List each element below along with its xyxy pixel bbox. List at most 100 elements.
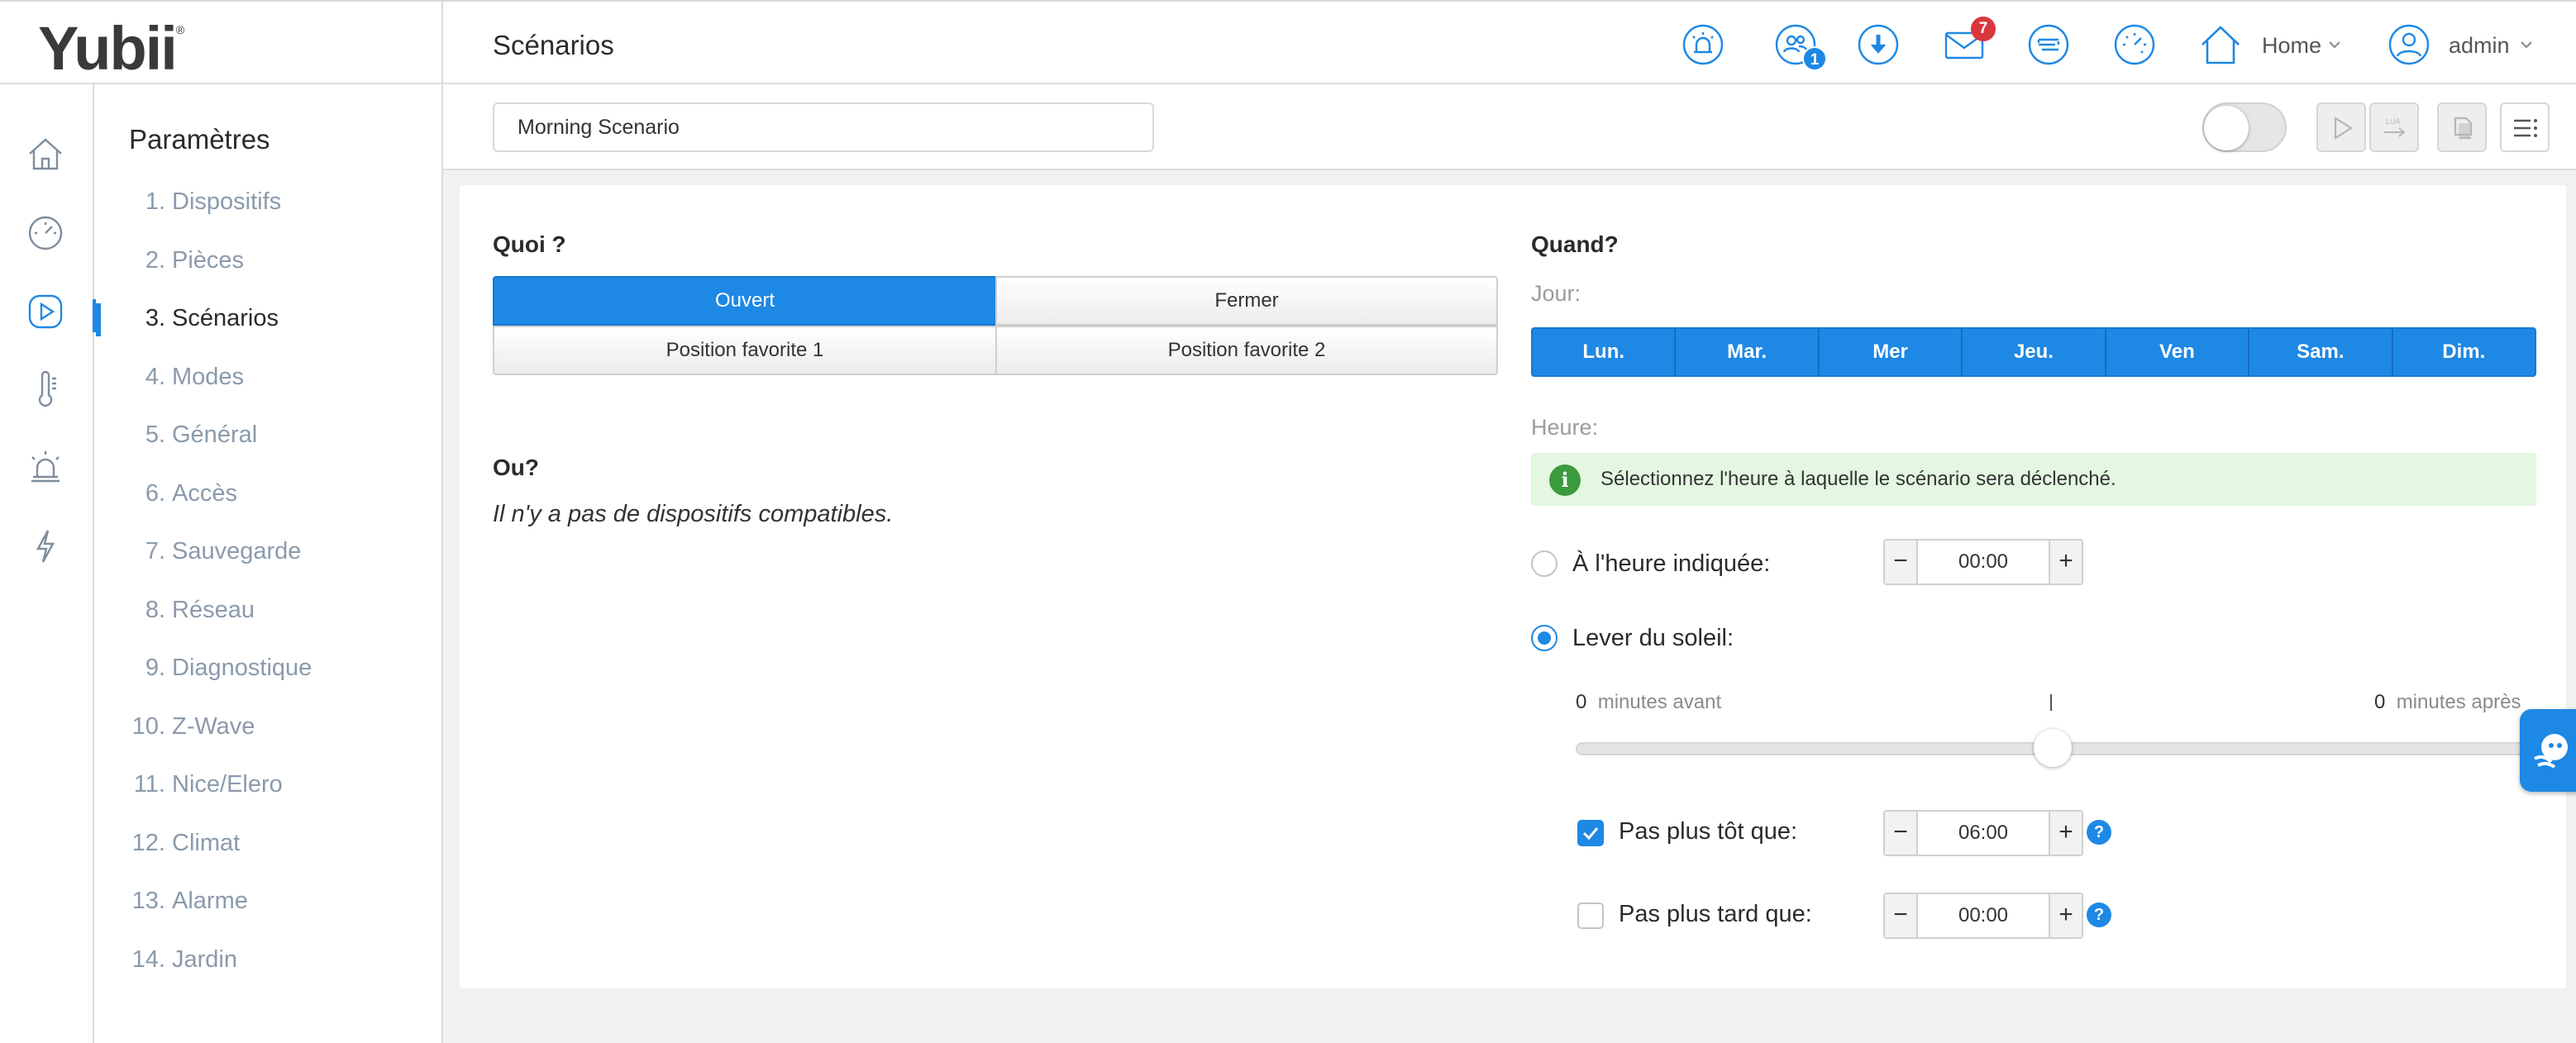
scenario-enable-toggle[interactable] [2202,102,2287,152]
menu-item-pi-ces[interactable]: 2. Pièces [96,236,441,285]
day-ven[interactable]: Ven [2106,329,2250,375]
gauge-icon[interactable] [25,212,66,253]
info-icon: i [1549,464,1581,496]
download-icon[interactable] [1857,23,1900,66]
option-ouvert[interactable]: Ouvert [493,276,997,326]
menu-item-label: Jardin [172,945,237,973]
option-fermer[interactable]: Fermer [995,276,1498,326]
play-icon [2334,117,2354,140]
play-icon[interactable] [25,291,66,332]
menu-item-diagnostique[interactable]: 9. Diagnostique [96,643,441,693]
option-position-favorite-2[interactable]: Position favorite 2 [995,326,1498,375]
decrement-button[interactable]: − [1885,541,1918,583]
menu-item-g-n-ral[interactable]: 5. Général [96,410,441,460]
siren-icon[interactable] [25,446,66,488]
decrement-button[interactable]: − [1885,812,1918,855]
menu-item-number: 10. [131,712,165,740]
menu-item-number: 12. [131,829,165,856]
menu-item-label: Réseau [172,596,255,623]
not-later-label: Pas plus tard que: [1619,901,1812,927]
home-icon[interactable] [2199,23,2242,66]
chevron-down-icon[interactable] [2328,38,2341,51]
quoi-label: Quoi ? [493,231,566,257]
help-icon[interactable]: ? [2087,903,2111,927]
decrement-button[interactable]: − [1885,894,1918,937]
day-dim[interactable]: Dim. [2393,329,2535,375]
top-bar: Yubii® Scénarios 1 7 Home admin [0,0,2576,86]
not-earlier-value[interactable]: 06:00 [1918,812,2049,855]
menu-item-label: Nice/Elero [172,771,283,798]
help-icon[interactable]: ? [2087,820,2111,845]
at-time-value[interactable]: 00:00 [1918,541,2049,583]
info-text: Sélectionnez l'heure à laquelle le scéna… [1600,468,2116,490]
messages-icon[interactable] [2027,23,2070,66]
menu-item-label: Scénarios [172,305,279,331]
thermometer-icon[interactable] [25,369,66,410]
menu-title: Paramètres [129,124,270,155]
day-lun[interactable]: Lun. [1533,329,1677,375]
not-earlier-checkbox[interactable] [1577,820,1604,846]
slider-handle[interactable] [2034,729,2072,767]
menu-item-label: Diagnostique [172,655,312,681]
header-divider [441,2,443,86]
sunrise-radio[interactable] [1531,625,1558,651]
user-icon[interactable] [2388,23,2431,66]
not-later-stepper: − 00:00 + [1883,893,2083,939]
menu-item-label: Pièces [172,246,245,274]
menu-item-jardin[interactable]: 14. Jardin [96,935,441,984]
menu-item-nice-elero[interactable]: 11. Nice/Elero [96,760,441,809]
scenario-name-input[interactable] [493,102,1154,152]
menu-item-modes[interactable]: 4. Modes [96,352,441,402]
day-mar[interactable]: Mar. [1676,329,1820,375]
day-sam[interactable]: Sam. [2249,329,2393,375]
menu-item-number: 4. [145,363,165,390]
page-title: Scénarios [493,30,614,60]
day-mer[interactable]: Mer [1820,329,1963,375]
menu-item-climat[interactable]: 12. Climat [96,818,441,868]
menu-item-alarme[interactable]: 13. Alarme [96,876,441,926]
menu-item-sc-narios[interactable]: 3. Scénarios [96,293,441,343]
menu-item-z-wave[interactable]: 10. Z-Wave [96,702,441,751]
info-message: i Sélectionnez l'heure à laquelle le scé… [1531,453,2536,506]
day-jeu[interactable]: Jeu. [1963,329,2106,375]
home-icon[interactable] [25,134,66,175]
menu-item-label: Sauvegarde [172,538,302,564]
not-later-value[interactable]: 00:00 [1918,894,2049,937]
alarm-icon[interactable] [1682,23,1724,66]
minutes-before-text: 0 minutes avant [1576,691,1722,713]
dashboard-clock-icon[interactable] [2113,23,2156,66]
increment-button[interactable]: + [2049,894,2082,937]
option-position-favorite-1[interactable]: Position favorite 1 [493,326,997,375]
increment-button[interactable]: + [2049,541,2082,583]
menu-item-dispositifs[interactable]: 1. Dispositifs [96,177,441,226]
chevron-down-icon[interactable] [2520,38,2533,51]
bolt-icon[interactable] [25,526,66,567]
toggle-knob [2204,106,2249,150]
user-menu[interactable]: admin [2449,33,2510,59]
scenario-menu-button[interactable] [2500,102,2550,152]
menu-item-number: 9. [145,655,165,681]
increment-button[interactable]: + [2049,812,2082,855]
at-time-radio[interactable] [1531,550,1558,577]
menu-item-label: Dispositifs [172,188,282,215]
menu-item-label: Alarme [172,888,248,914]
copy-icon [2454,117,2473,140]
menu-icon [2514,119,2537,137]
yubii-logo[interactable]: Yubii® [38,13,184,83]
menu-item-label: Modes [172,363,245,390]
menu-item-label: Climat [172,829,241,856]
menu-item-acc-s[interactable]: 6. Accès [96,469,441,518]
menu-item-label: Général [172,421,258,448]
menu-item-sauvegarde[interactable]: 7. Sauvegarde [96,526,441,576]
duplicate-scenario-button[interactable] [2437,102,2487,152]
assistant-button[interactable] [2520,709,2576,792]
menu-item-r-seau[interactable]: 8. Réseau [96,585,441,635]
not-later-checkbox[interactable] [1577,903,1604,929]
quand-label: Quand? [1531,231,1619,257]
home-selector[interactable]: Home [2262,33,2321,59]
convert-to-lua-button[interactable]: LUA [2369,102,2419,152]
heure-label: Heure: [1531,415,1599,440]
run-scenario-button[interactable] [2316,102,2366,152]
checkmark-icon [1582,827,1599,841]
day-selector: Lun. Mar. Mer Jeu. Ven Sam. Dim. [1531,327,2536,377]
